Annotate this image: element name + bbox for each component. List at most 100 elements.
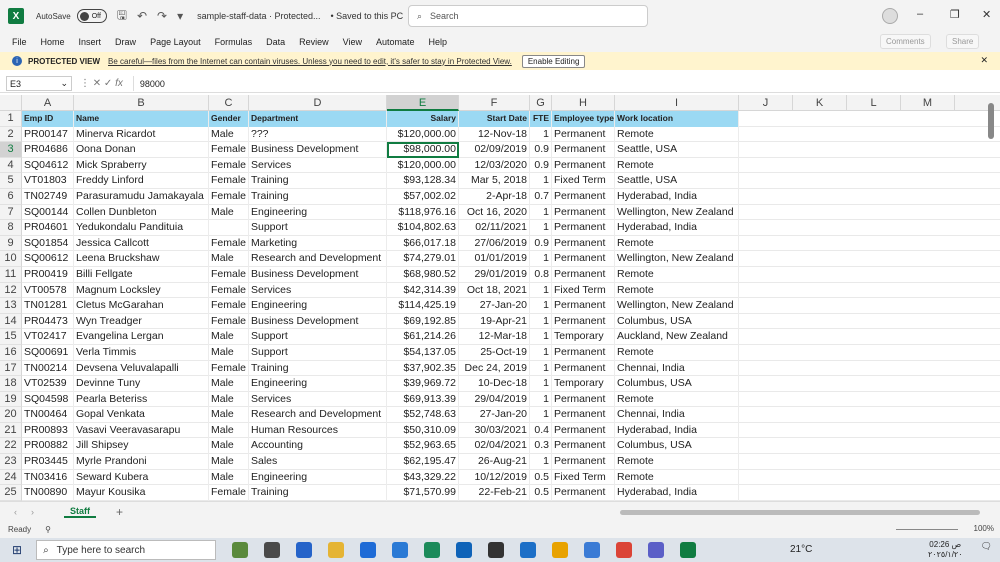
- table-cell[interactable]: $69,913.39: [387, 391, 459, 408]
- table-cell[interactable]: 02/04/2021: [459, 438, 530, 455]
- outlook-icon[interactable]: [456, 542, 473, 558]
- table-cell[interactable]: Columbus, USA: [615, 313, 739, 330]
- column-header-m[interactable]: M: [901, 95, 955, 111]
- table-cell[interactable]: [209, 220, 249, 236]
- table-cell[interactable]: 1: [530, 298, 552, 314]
- name-box[interactable]: E3 ⌄: [6, 76, 72, 91]
- menu-automate[interactable]: Automate: [376, 37, 415, 47]
- table-cell[interactable]: 12-Nov-18: [459, 126, 530, 143]
- table-cell[interactable]: Fixed Term: [552, 173, 615, 189]
- table-cell[interactable]: Female: [209, 266, 249, 283]
- table-cell[interactable]: $62,195.47: [387, 454, 459, 470]
- table-cell[interactable]: PR03445: [22, 454, 74, 470]
- table-cell[interactable]: 27-Jan-20: [459, 407, 530, 423]
- row-header-15[interactable]: 15: [0, 329, 22, 345]
- table-cell[interactable]: PR00147: [22, 126, 74, 143]
- table-cell[interactable]: Female: [209, 485, 249, 501]
- column-title-cell[interactable]: Employee type: [552, 111, 615, 127]
- table-cell[interactable]: 0.9: [530, 142, 552, 158]
- table-cell[interactable]: Devsena Veluvalapalli: [74, 360, 209, 377]
- weather-temp[interactable]: 21°C: [790, 544, 812, 555]
- table-cell[interactable]: TN00890: [22, 485, 74, 501]
- table-cell[interactable]: Temporary: [552, 376, 615, 392]
- table-cell[interactable]: PR04473: [22, 313, 74, 330]
- table-cell[interactable]: Wyn Treadger: [74, 313, 209, 330]
- table-cell[interactable]: Jill Shipsey: [74, 438, 209, 455]
- zoom-slider[interactable]: [896, 529, 958, 530]
- column-title-cell[interactable]: FTE: [530, 111, 552, 127]
- table-cell[interactable]: Female: [209, 188, 249, 205]
- table-cell[interactable]: 0.5: [530, 485, 552, 501]
- table-cell[interactable]: Hyderabad, India: [615, 422, 739, 439]
- column-header-k[interactable]: K: [793, 95, 847, 111]
- table-cell[interactable]: 0.8: [530, 266, 552, 283]
- table-cell[interactable]: Dec 24, 2019: [459, 360, 530, 377]
- table-cell[interactable]: Mar 5, 2018: [459, 173, 530, 189]
- table-cell[interactable]: SQ04598: [22, 391, 74, 408]
- table-cell[interactable]: Remote: [615, 126, 739, 143]
- table-cell[interactable]: Permanent: [552, 298, 615, 314]
- table-cell[interactable]: Male: [209, 438, 249, 455]
- table-cell[interactable]: Auckland, New Zealand: [615, 329, 739, 345]
- table-cell[interactable]: Remote: [615, 235, 739, 252]
- table-cell[interactable]: SQ01854: [22, 235, 74, 252]
- table-cell[interactable]: Research and Development: [249, 407, 387, 423]
- table-cell[interactable]: Yedukondalu Pandituia: [74, 220, 209, 236]
- table-cell[interactable]: VT02539: [22, 376, 74, 392]
- column-title-cell[interactable]: Salary: [387, 111, 459, 127]
- table-cell[interactable]: Male: [209, 126, 249, 143]
- table-cell[interactable]: VT01803: [22, 173, 74, 189]
- table-cell[interactable]: 26-Aug-21: [459, 454, 530, 470]
- table-cell[interactable]: Male: [209, 376, 249, 392]
- table-cell[interactable]: Permanent: [552, 220, 615, 236]
- close-window-icon[interactable]: ✕: [982, 8, 991, 21]
- table-cell[interactable]: Hyderabad, India: [615, 188, 739, 205]
- table-cell[interactable]: TN00464: [22, 407, 74, 423]
- table-cell[interactable]: 1: [530, 391, 552, 408]
- table-cell[interactable]: Female: [209, 298, 249, 314]
- user-avatar[interactable]: [882, 8, 898, 24]
- table-cell[interactable]: Jessica Callcott: [74, 235, 209, 252]
- table-cell[interactable]: Remote: [615, 469, 739, 486]
- zoom-level[interactable]: 100%: [974, 524, 994, 533]
- prev-sheet-icon[interactable]: ‹: [14, 507, 17, 517]
- column-header-h[interactable]: H: [552, 95, 615, 111]
- phone-icon[interactable]: [584, 542, 601, 558]
- table-cell[interactable]: Permanent: [552, 485, 615, 501]
- store-icon[interactable]: [360, 542, 377, 558]
- table-cell[interactable]: SQ00144: [22, 204, 74, 221]
- table-cell[interactable]: Minerva Ricardot: [74, 126, 209, 143]
- row-header-19[interactable]: 19: [0, 391, 22, 408]
- table-cell[interactable]: 27/06/2019: [459, 235, 530, 252]
- table-cell[interactable]: 0.5: [530, 469, 552, 486]
- next-sheet-icon[interactable]: ›: [31, 507, 34, 517]
- column-header-e[interactable]: E: [387, 95, 459, 111]
- table-cell[interactable]: Fixed Term: [552, 469, 615, 486]
- table-cell[interactable]: Training: [249, 173, 387, 189]
- menu-page-layout[interactable]: Page Layout: [150, 37, 201, 47]
- row-header-9[interactable]: 9: [0, 235, 22, 252]
- autosave-toggle[interactable]: Off: [76, 9, 107, 23]
- table-cell[interactable]: $52,963.65: [387, 438, 459, 455]
- table-cell[interactable]: Permanent: [552, 251, 615, 267]
- table-cell[interactable]: Myrle Prandoni: [74, 454, 209, 470]
- redo-icon[interactable]: ↷: [157, 9, 167, 23]
- power-bi-icon[interactable]: [552, 542, 569, 558]
- table-cell[interactable]: Wellington, New Zealand: [615, 251, 739, 267]
- table-cell[interactable]: 22-Feb-21: [459, 485, 530, 501]
- table-cell[interactable]: $61,214.26: [387, 329, 459, 345]
- table-cell[interactable]: Remote: [615, 157, 739, 174]
- row-header-22[interactable]: 22: [0, 438, 22, 455]
- table-cell[interactable]: 02/11/2021: [459, 220, 530, 236]
- table-cell[interactable]: 27-Jan-20: [459, 298, 530, 314]
- column-header-c[interactable]: C: [209, 95, 249, 111]
- table-cell[interactable]: 0.9: [530, 235, 552, 252]
- table-cell[interactable]: Male: [209, 469, 249, 486]
- menu-home[interactable]: Home: [41, 37, 65, 47]
- table-cell[interactable]: $50,310.09: [387, 422, 459, 439]
- table-cell[interactable]: Magnum Locksley: [74, 282, 209, 299]
- column-title-cell[interactable]: Emp ID: [22, 111, 74, 127]
- table-cell[interactable]: 0.9: [530, 157, 552, 174]
- table-cell[interactable]: Engineering: [249, 376, 387, 392]
- table-cell[interactable]: Male: [209, 204, 249, 221]
